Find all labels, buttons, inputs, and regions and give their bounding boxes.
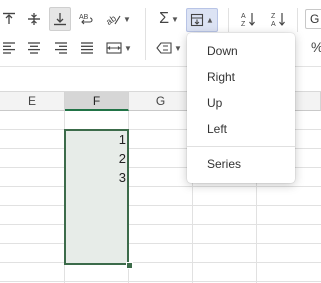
align-middle-icon[interactable]	[24, 8, 44, 30]
fill-icon[interactable]: ▼	[186, 8, 218, 32]
align-right-icon[interactable]	[52, 37, 70, 59]
toolbar-separator	[297, 8, 298, 32]
row-line	[0, 224, 321, 225]
font-name-field[interactable]: G	[305, 9, 321, 29]
align-left-icon[interactable]	[0, 37, 18, 59]
cell-f-value[interactable]: 2	[64, 151, 126, 166]
align-bottom-icon[interactable]	[49, 7, 71, 31]
row-line	[0, 243, 321, 244]
justify-icon[interactable]	[78, 37, 96, 59]
menu-item-right[interactable]: Right	[187, 65, 295, 89]
menu-item-up[interactable]: Up	[187, 91, 295, 115]
fill-dropdown-menu: Down Right Up Left Series	[187, 33, 295, 183]
cell-f-value[interactable]: 1	[64, 132, 126, 147]
svg-text:ab: ab	[105, 13, 118, 26]
svg-text:Z: Z	[241, 21, 246, 27]
menu-item-down[interactable]: Down	[187, 39, 295, 63]
row-line	[0, 205, 321, 206]
menu-item-series[interactable]: Series	[187, 152, 295, 176]
selected-range[interactable]	[64, 129, 129, 265]
menu-separator	[187, 146, 295, 147]
cell-f-value[interactable]: 3	[64, 170, 126, 185]
toolbar-separator	[145, 8, 146, 60]
clear-icon[interactable]: ▼	[154, 37, 184, 59]
text-orientation-icon[interactable]: ab ▼	[104, 8, 132, 30]
column-header-f[interactable]: F	[65, 92, 129, 111]
toolbar-separator	[228, 8, 229, 32]
sum-icon[interactable]: Σ ▼	[154, 8, 184, 30]
row-line	[0, 262, 321, 263]
column-header-g[interactable]: G	[129, 92, 193, 111]
fill-handle[interactable]	[126, 262, 133, 269]
merge-cells-icon[interactable]: ▼	[104, 37, 134, 59]
svg-text:A: A	[271, 21, 276, 27]
row-line	[0, 186, 321, 187]
column-header-e[interactable]: E	[0, 92, 65, 111]
svg-text:A: A	[241, 13, 246, 20]
menu-item-left[interactable]: Left	[187, 117, 295, 141]
sort-ascending-icon[interactable]: AZ	[238, 8, 260, 30]
wrap-text-icon[interactable]: AB	[77, 8, 97, 30]
align-top-icon[interactable]	[0, 8, 18, 30]
percent-format-button[interactable]: %	[311, 39, 321, 55]
align-center-icon[interactable]	[25, 37, 43, 59]
svg-text:Z: Z	[271, 13, 276, 20]
row-line	[0, 281, 321, 282]
sort-descending-icon[interactable]: ZA	[268, 8, 290, 30]
